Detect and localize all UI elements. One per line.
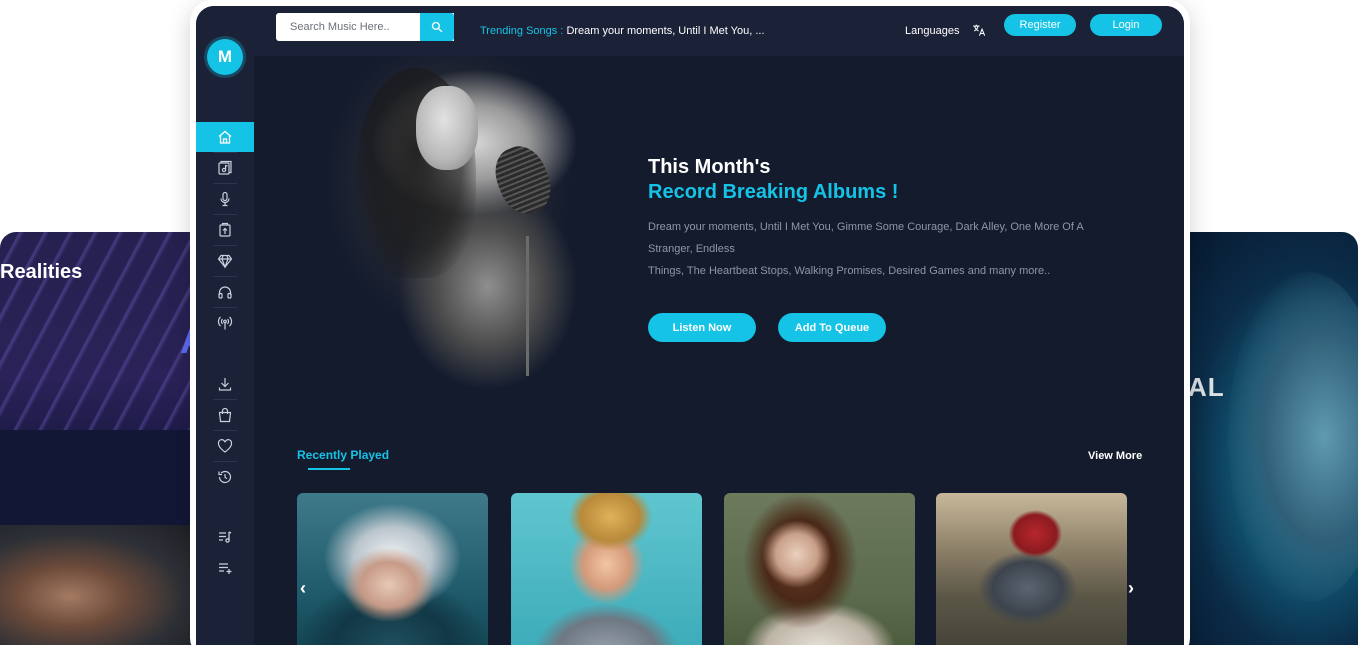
download-icon <box>218 378 232 391</box>
hero-description-line: Things, The Heartbeat Stops, Walking Pro… <box>648 265 1051 277</box>
add-queue-icon <box>219 563 232 574</box>
diamond-icon <box>217 254 233 269</box>
background-face-image <box>1228 272 1358 602</box>
headphones-icon <box>218 286 232 299</box>
background-card-right: AL <box>1168 232 1358 645</box>
genre-icon <box>219 222 231 237</box>
login-button[interactable]: Login <box>1090 14 1162 36</box>
album-icon <box>218 160 232 175</box>
search-icon <box>431 21 443 33</box>
trending-songs: Trending Songs : Dream your moments, Unt… <box>480 25 765 37</box>
sidebar-item-playlist[interactable] <box>196 522 254 552</box>
add-to-queue-button[interactable]: Add To Queue <box>778 313 886 342</box>
sidebar-item-artists[interactable] <box>196 184 254 214</box>
languages-label[interactable]: Languages <box>905 25 959 37</box>
hero-description-line: Dream your moments, Until I Met You, Gim… <box>648 221 1084 255</box>
app-window: M Search Music Here.. Trending Songs: D… <box>190 0 1190 645</box>
sidebar-item-genres[interactable] <box>196 215 254 245</box>
home-icon <box>218 130 232 144</box>
recently-played-title: Recently Played <box>297 448 390 462</box>
hero-description: Dream your moments, Until I Met You, Gim… <box>648 216 1108 282</box>
sidebar-item-purchased[interactable] <box>196 400 254 430</box>
shopping-bag-icon <box>218 407 232 423</box>
top-bar: Trending Songs : Dream your moments, Unt… <box>254 6 1184 56</box>
heart-icon <box>217 439 233 453</box>
sidebar-item-listen[interactable] <box>196 277 254 307</box>
trending-songs-list[interactable]: Dream your moments, Until I Met You, ... <box>566 25 764 37</box>
radio-icon <box>217 316 233 330</box>
hero-singer-face <box>416 86 478 170</box>
sidebar-item-radio[interactable] <box>196 308 254 338</box>
background-person-image <box>0 525 200 645</box>
background-card-word: AL <box>1188 372 1225 402</box>
sidebar-item-favourites[interactable] <box>196 431 254 461</box>
app-screen: M Search Music Here.. Trending Songs: D… <box>196 6 1184 645</box>
trending-label: Trending Songs : <box>480 25 564 37</box>
view-more-link[interactable]: View More <box>1088 450 1142 462</box>
hero-title: This Month's <box>648 156 771 178</box>
sidebar: M <box>196 6 254 645</box>
listen-now-button[interactable]: Listen Now <box>648 313 756 342</box>
register-button[interactable]: Register <box>1004 14 1076 36</box>
carousel-next-arrow[interactable]: › <box>1128 578 1134 599</box>
sidebar-item-queue[interactable] <box>196 553 254 583</box>
recently-played-card[interactable] <box>724 493 915 645</box>
sidebar-item-top-tracks[interactable] <box>196 246 254 276</box>
app-logo[interactable]: M <box>207 39 243 75</box>
sidebar-item-downloads[interactable] <box>196 369 254 399</box>
playlist-icon <box>219 531 232 543</box>
translate-icon[interactable] <box>972 23 986 42</box>
recently-played-card[interactable] <box>297 493 488 645</box>
recently-played-card[interactable] <box>936 493 1127 645</box>
sidebar-item-albums[interactable] <box>196 153 254 183</box>
search-button[interactable] <box>420 13 454 41</box>
background-card-title: Realities <box>0 261 83 283</box>
background-band <box>0 430 215 525</box>
recently-played-card[interactable] <box>511 493 702 645</box>
microphone-stand <box>526 236 529 376</box>
carousel-prev-arrow[interactable]: ‹ <box>300 578 306 599</box>
sidebar-item-home[interactable] <box>196 122 254 152</box>
section-underline <box>308 468 350 470</box>
background-card-left: Realities A <box>0 232 215 645</box>
history-icon <box>218 470 232 484</box>
microphone-icon <box>220 191 230 207</box>
sidebar-item-history[interactable] <box>196 462 254 492</box>
hero-subtitle: Record Breaking Albums ! <box>648 181 899 203</box>
